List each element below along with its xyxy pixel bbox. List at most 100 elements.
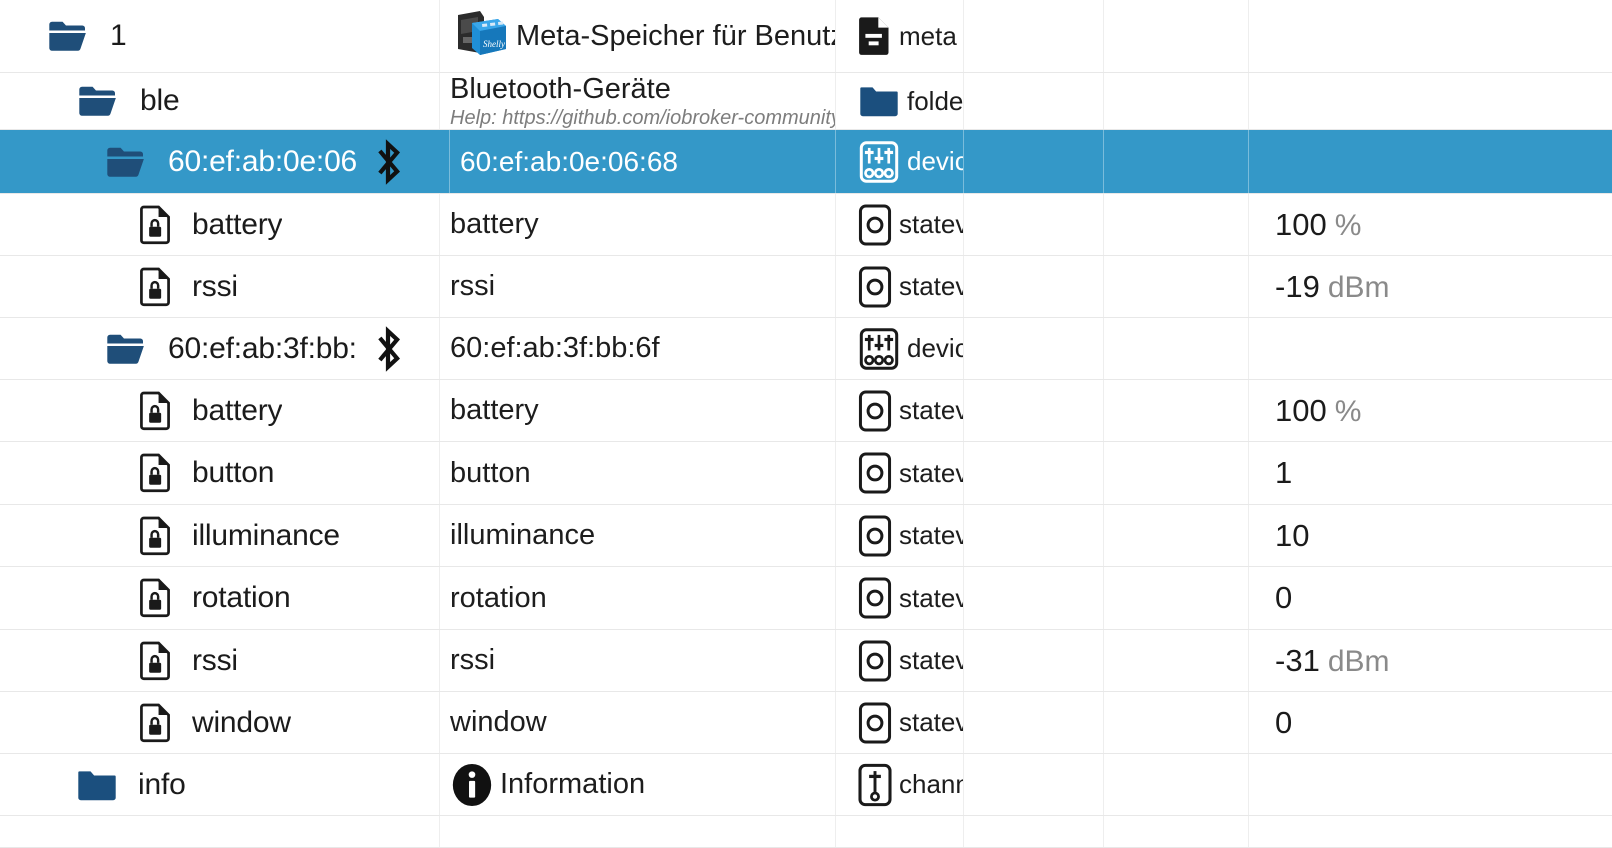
row-value-cell[interactable]: 100 % [1249,380,1612,441]
row-value: 100 [1275,392,1327,428]
row-value-cell[interactable]: -31 dBm [1249,630,1612,691]
row-name-cell[interactable]: info [0,754,440,815]
state-locked-icon [140,267,172,307]
tree-row[interactable]: rssi rssi statevalue -31 dBm [0,630,1612,692]
object-tree[interactable]: 1 Shelly Meta-Speicher für Benut meta bl… [0,0,1612,848]
row-name-cell[interactable]: 60:ef:ab:3f:bb: [0,318,440,379]
bluetooth-icon [371,136,405,188]
row-description-cell[interactable]: rssi [440,256,836,317]
row-value-cell[interactable]: 100 % [1249,194,1612,255]
state-circle-icon [858,701,892,744]
row-value-cell[interactable]: 10 [1249,505,1612,566]
row-description: 60:ef:ab:0e:06:68 [460,145,678,177]
row-value-cell[interactable] [1249,318,1612,379]
state-locked-icon [140,641,170,680]
row-name-cell[interactable]: window [0,692,440,753]
row-description-cell[interactable]: Shelly Meta-Speicher für Benutzerdat... [440,0,836,72]
row-type-label: device [907,146,963,176]
row-description-cell[interactable]: window [440,692,836,753]
row-description: Information [500,768,646,800]
state-locked-icon [140,453,170,493]
row-description-cell[interactable]: Bluetooth-Geräte Help: https://github.co… [440,73,836,129]
row-value-cell[interactable] [1249,73,1612,129]
row-name-cell[interactable]: ble [0,73,440,129]
row-name-cell[interactable]: rssi [0,630,440,691]
row-value-cell [1249,816,1612,847]
device-sliders-icon [858,140,900,183]
state-locked-icon [140,391,170,430]
row-type-cell: statevalue [836,630,964,691]
row-value-cell[interactable]: -19 dBm [1249,256,1612,317]
tree-row[interactable]: ble Bluetooth-Geräte Help: https://githu… [0,73,1612,130]
row-room-cell [1104,73,1249,129]
row-description-cell[interactable]: 60:ef:ab:0e:06:68 [450,130,836,193]
row-name-cell[interactable]: illuminance [0,505,440,566]
row-description-cell[interactable]: 60:ef:ab:3f:bb:6f [440,318,836,379]
row-name-cell[interactable]: rotation [0,567,440,629]
row-value-cell[interactable]: 1 [1249,442,1612,504]
state-locked-icon [140,703,172,743]
row-type-cell: statevalue [836,256,964,317]
row-name-cell[interactable]: 1 [0,0,440,72]
device-sliders-icon [859,327,899,370]
row-value: -19 [1275,268,1320,304]
row-value-cell[interactable]: 0 [1249,692,1612,753]
row-role-cell [964,692,1104,753]
row-description-cell[interactable]: rssi [440,630,836,691]
row-description: battery [450,208,539,240]
state-circle-icon [858,265,892,308]
tree-row[interactable]: info Information channel [0,754,1612,816]
file-meta-icon [858,15,892,57]
state-circle-icon [858,389,892,432]
tree-row[interactable]: window window statevalue 0 [0,692,1612,754]
row-name-cell[interactable]: battery [0,194,440,255]
state-circle-icon [858,639,892,682]
row-type-label: statevalue [899,520,963,550]
folder-open-icon [107,334,144,364]
row-room-cell [1104,256,1249,317]
tree-row[interactable]: rssi rssi statevalue -19 dBm [0,256,1612,318]
row-description-cell[interactable]: rotation [440,567,836,629]
row-name-label: 60:ef:ab:3f:bb: [168,331,357,365]
row-type-cell: device [836,318,964,379]
tree-row-partial[interactable] [0,816,1612,848]
row-description: button [450,456,531,489]
state-locked-icon [140,453,172,493]
row-name-cell[interactable]: rssi [0,256,440,317]
folder-open-icon [46,19,90,53]
folder-open-icon [76,84,120,118]
state-circle-icon [858,577,892,619]
tree-row[interactable]: illuminance illuminance statevalue 10 [0,505,1612,567]
row-description-cell[interactable]: battery [440,194,836,255]
tree-row[interactable]: battery battery statevalue 100 % [0,194,1612,256]
folder-open-icon [79,86,116,116]
row-name-cell[interactable]: battery [0,380,440,441]
row-value-cell[interactable]: 0 [1249,567,1612,629]
row-description: rssi [450,644,496,676]
state-locked-icon [140,205,172,245]
row-room-cell [1104,442,1249,504]
row-type-label: statevalue [899,395,963,425]
device-sliders-icon [858,327,900,370]
row-role-cell [964,505,1104,566]
tree-row[interactable]: 1 Shelly Meta-Speicher für Benut meta [0,0,1612,73]
row-value-unit: dBm [1327,270,1390,304]
row-value-cell[interactable] [1249,754,1612,815]
row-room-cell [1104,754,1249,815]
tree-row[interactable]: button button statevalue 1 [0,442,1612,505]
tree-row[interactable]: rotation rotation statevalue 0 [0,567,1612,630]
row-name-label: ble [140,84,180,117]
tree-row[interactable]: 60:ef:ab:3f:bb: 60:ef:ab:3f:bb:6f devi [0,318,1612,380]
row-value-unit: dBm [1327,644,1390,678]
tree-row[interactable]: 60:ef:ab:0e:06 60:ef:ab:0e:06:68 devi [0,130,1612,194]
row-value-cell[interactable] [1249,0,1612,72]
row-name-cell[interactable]: button [0,442,440,504]
row-description-cell[interactable]: button [440,442,836,504]
row-description-cell[interactable]: Information [440,754,836,815]
row-name-cell[interactable]: 60:ef:ab:0e:06 [0,130,450,193]
row-description-cell[interactable]: illuminance [440,505,836,566]
tree-row[interactable]: battery battery statevalue 100 % [0,380,1612,442]
row-value-cell[interactable] [1249,130,1612,193]
row-description-cell[interactable]: battery [440,380,836,441]
row-description: rssi [450,270,496,302]
